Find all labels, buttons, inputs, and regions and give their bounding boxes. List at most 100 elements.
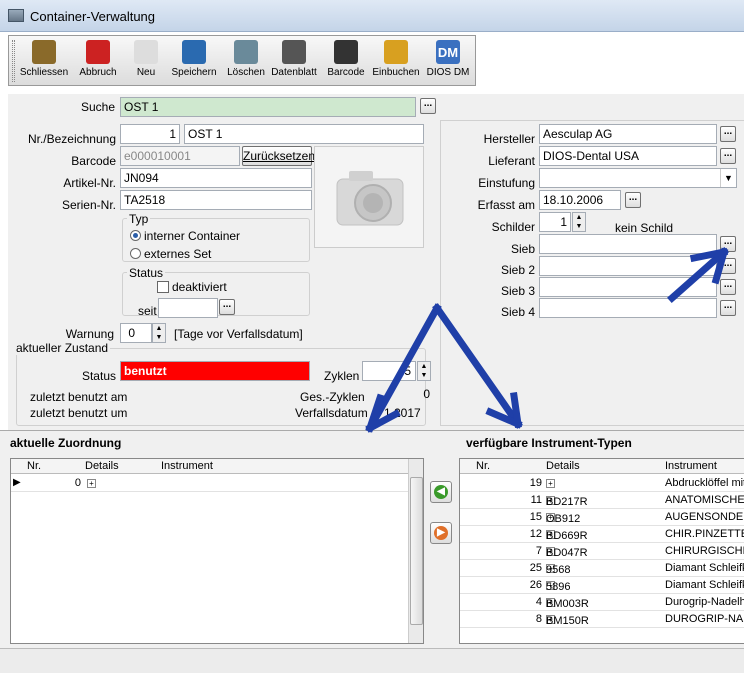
col-details[interactable]: Details [546, 460, 580, 472]
typ-radio-internal[interactable]: interner Container [130, 229, 240, 243]
barcode-field[interactable]: e000010001 [120, 146, 240, 166]
table-row[interactable]: 11 + BD217R ANATOMISCHE [460, 492, 744, 509]
einstufung-select[interactable] [539, 168, 737, 188]
schilder-text: kein Schild [615, 221, 674, 235]
row-nr: 7 [535, 545, 542, 557]
add-to-container-button[interactable]: ◀ [430, 481, 452, 503]
warnung-field[interactable]: 0 [120, 323, 152, 343]
warnung-label: Warnung [65, 327, 114, 341]
sieb3-field[interactable] [539, 277, 717, 297]
col-nr[interactable]: Nr. [27, 460, 41, 472]
artikel-label: Artikel-Nr. [63, 176, 116, 190]
sieb4-ellipsis-button[interactable]: ... [720, 300, 736, 316]
deaktiviert-checkbox[interactable]: deaktiviert [157, 280, 227, 294]
warnung-spinner[interactable]: ▲ ▼ [152, 323, 166, 343]
assigned-grid[interactable]: Nr. Details Instrument ▶ 0 + [10, 458, 424, 644]
camera-icon [336, 171, 404, 226]
zuletzt-um-label: zuletzt benutzt um [30, 406, 128, 420]
zustand-title: aktueller Zustand [14, 341, 111, 355]
toolbar-button-label: Löschen [227, 67, 265, 78]
lieferant-ellipsis-button[interactable]: ... [720, 148, 736, 164]
table-row[interactable]: 19 + Abdrucklöffel mit [460, 475, 744, 492]
table-row[interactable]: 15 + OB912 AUGENSONDE [460, 509, 744, 526]
toolbar-button-0[interactable]: Schliessen [19, 38, 69, 84]
expand-plus-icon[interactable]: + [546, 479, 555, 488]
status-title: Status [127, 266, 166, 280]
seit-field[interactable] [158, 298, 218, 318]
row-nr: 0 [74, 477, 81, 489]
zyklen-spinner[interactable]: ▲ ▼ [417, 361, 431, 381]
table-row[interactable]: 25 +9568 Diamant Schleifk [460, 560, 744, 577]
table-row[interactable]: 7 + BD047R CHIRURGISCHE [460, 543, 744, 560]
sieb2-ellipsis-button[interactable]: ... [720, 258, 736, 274]
remove-from-container-button[interactable]: ▶ [430, 522, 452, 544]
toolbar-button-2[interactable]: Neu [121, 38, 171, 84]
nr-field[interactable]: 1 [120, 124, 180, 144]
typ-radio-external[interactable]: externes Set [130, 247, 211, 261]
hersteller-field[interactable]: Aesculap AG [539, 124, 717, 144]
row-nr: 26 [529, 579, 542, 591]
table-row[interactable]: 12 + BD669R CHIR.PINZETTE [460, 526, 744, 543]
serien-field[interactable]: TA2518 [120, 190, 312, 210]
zyklen-field[interactable]: 5 [362, 361, 416, 381]
zuletzt-am-label: zuletzt benutzt am [30, 390, 128, 404]
row-details-text: OB912 [546, 513, 581, 525]
table-row[interactable]: ▶ 0 + [11, 475, 423, 492]
table-row[interactable]: 26 +5896 Diamant Schleifk [460, 577, 744, 594]
col-instrument[interactable]: Instrument [665, 460, 717, 472]
hersteller-ellipsis-button[interactable]: ... [720, 126, 736, 142]
row-details-text: 9568 [546, 564, 571, 576]
col-instrument[interactable]: Instrument [161, 460, 213, 472]
row-nr: 4 [535, 596, 542, 608]
toolbar-button-8[interactable]: DM DIOS DM [421, 38, 475, 84]
sieb4-field[interactable] [539, 298, 717, 318]
schilder-spinner[interactable]: ▲ ▼ [572, 212, 586, 232]
sieb3-label: Sieb 3 [500, 284, 535, 298]
sieb-field[interactable] [539, 234, 717, 254]
toolbar-button-3[interactable]: Speichern [169, 38, 219, 84]
warnung-unit: [Tage vor Verfallsdatum] [174, 327, 303, 341]
row-nr: 15 [529, 511, 542, 523]
typ-title: Typ [127, 212, 151, 226]
search-ellipsis-button[interactable]: ... [420, 98, 436, 114]
toolbar-button-5[interactable]: Datenblatt [269, 38, 319, 84]
row-nr: 12 [529, 528, 542, 540]
toolbar-button-label: Speichern [171, 67, 217, 78]
table-row[interactable]: 8 + BM150R DUROGRIP-NAD [460, 611, 744, 628]
erfasst-date-button[interactable]: ... [625, 192, 641, 208]
reset-button[interactable]: Zurücksetzen [242, 146, 315, 166]
seit-date-button[interactable]: ... [219, 299, 235, 315]
toolbar-button-6[interactable]: Barcode [321, 38, 371, 84]
sieb3-ellipsis-button[interactable]: ... [720, 279, 736, 295]
bezeichnung-field[interactable]: OST 1 [184, 124, 424, 144]
search-input[interactable]: OST 1 [120, 97, 416, 117]
lieferant-field[interactable]: DIOS-Dental USA [539, 146, 717, 166]
sieb2-label: Sieb 2 [500, 263, 535, 277]
erfasst-field[interactable]: 18.10.2006 [539, 190, 621, 210]
zyklen-label: Zyklen [324, 369, 360, 383]
expand-plus-icon[interactable]: + [87, 479, 96, 488]
col-details[interactable]: Details [85, 460, 119, 472]
deaktiviert-label: deaktiviert [172, 280, 227, 294]
row-instrument: AUGENSONDE [665, 511, 744, 523]
table-row[interactable]: 4 + BM003R Durogrip-Nadelha [460, 594, 744, 611]
chevron-down-icon[interactable]: ▼ [720, 169, 736, 187]
typ-opt1-label: interner Container [144, 229, 241, 243]
toolbar-button-4[interactable]: Löschen [221, 38, 271, 84]
toolbar-grip[interactable] [12, 40, 15, 82]
col-nr[interactable]: Nr. [476, 460, 490, 472]
row-details-text: BM003R [546, 598, 589, 610]
toolbar-button-1[interactable]: Abbruch [73, 38, 123, 84]
sieb2-field[interactable] [539, 256, 717, 276]
artikel-field[interactable]: JN094 [120, 168, 312, 188]
assigned-scrollbar[interactable] [408, 459, 423, 643]
photo-area[interactable] [314, 146, 424, 248]
toolbar-button-7[interactable]: Einbuchen [371, 38, 421, 84]
row-instrument: ANATOMISCHE [665, 494, 744, 506]
schilder-label: Schilder [491, 220, 535, 234]
schilder-field[interactable]: 1 [539, 212, 571, 232]
sieb-ellipsis-button[interactable]: ... [720, 236, 736, 252]
toolbar-button-label: Barcode [327, 67, 365, 78]
available-grid[interactable]: Nr. Details Instrument 19 + Abdrucklöffel … [459, 458, 744, 644]
row-nr: 19 [529, 477, 542, 489]
